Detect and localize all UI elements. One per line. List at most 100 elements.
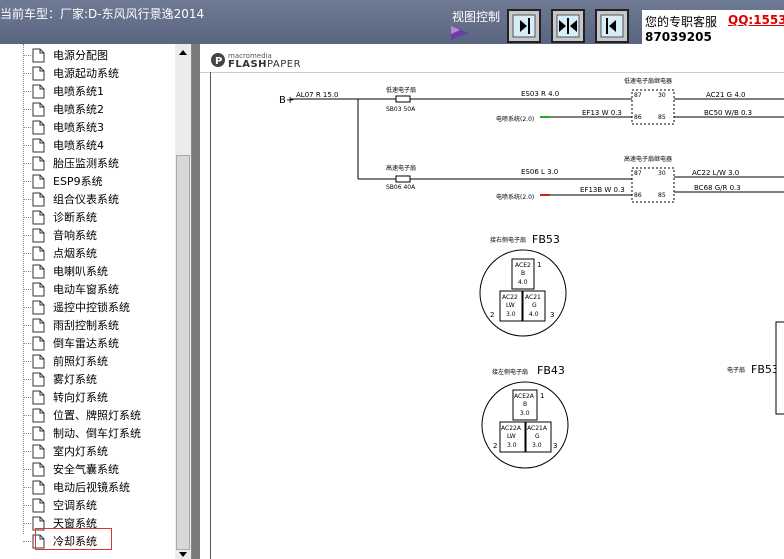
arrow-right-bar-icon — [512, 14, 536, 38]
conn1-pin-num-1: 1 — [537, 261, 541, 269]
document-icon — [32, 462, 45, 476]
tree-item-label: 电动车窗系统 — [53, 283, 119, 296]
conn1-top-code: ACE2 — [515, 262, 531, 269]
tree-item[interactable]: 雨刮控制系统 — [23, 316, 119, 334]
document-icon — [32, 408, 45, 422]
selected-item-highlight — [35, 528, 112, 550]
arrow-left-bar-icon — [600, 14, 624, 38]
qq-link[interactable]: QQ:15535 — [728, 13, 784, 27]
flashpaper-logo: P macromedia FLASHPAPER — [210, 52, 301, 72]
tree-item[interactable]: 电喷系统2 — [23, 100, 104, 118]
tree-item[interactable]: 安全气囊系统 — [23, 460, 119, 478]
expand-right-button[interactable] — [507, 9, 541, 43]
document-icon — [32, 102, 45, 116]
conn1-left-size: 3.0 — [506, 311, 516, 318]
conn2-top-code: ACE2A — [514, 393, 535, 400]
scroll-thumb[interactable] — [176, 155, 190, 550]
document-icon — [32, 66, 45, 80]
tree-branch-line — [23, 469, 31, 470]
tree-item[interactable]: 电喷系统3 — [23, 118, 104, 136]
tree-item[interactable]: ESP9系统 — [23, 172, 103, 190]
tree-item-label: 胎压监测系统 — [53, 157, 119, 170]
tree-item-label: 音响系统 — [53, 229, 97, 242]
tree-item[interactable]: 空调系统 — [23, 496, 97, 514]
car-model-label: 当前车型：厂家:D-东风风行景逸2014 — [0, 7, 205, 21]
scroll-down-arrow-icon[interactable] — [175, 549, 191, 559]
document-icon — [32, 318, 45, 332]
tree-branch-line — [23, 505, 31, 506]
document-icon — [32, 84, 45, 98]
ecu1-label: 电喷系统(2.0) — [496, 115, 534, 123]
document-icon — [32, 426, 45, 440]
tree-item[interactable]: 诊断系统 — [23, 208, 97, 226]
document-icon — [32, 300, 45, 314]
relay1-pin-85: 85 — [658, 114, 666, 121]
tree-item[interactable]: 电喇叭系统 — [23, 262, 108, 280]
tree-item[interactable]: 电动后视镜系统 — [23, 478, 130, 496]
scroll-up-arrow-icon[interactable] — [175, 46, 191, 60]
ecu2-label: 电喷系统(2.0) — [496, 193, 534, 201]
tree-branch-line — [23, 55, 31, 56]
collapse-left-button[interactable] — [595, 9, 629, 43]
tree-item-label: 雨刮控制系统 — [53, 319, 119, 332]
tree-branch-line — [23, 271, 31, 272]
document-icon — [32, 264, 45, 278]
tree-branch-line — [23, 181, 31, 182]
tree-item[interactable]: 倒车雷达系统 — [23, 334, 119, 352]
tree-branch-line — [23, 379, 31, 380]
relay2-title: 高速电子扇继电器 — [624, 155, 672, 163]
tree-item[interactable]: 音响系统 — [23, 226, 97, 244]
wire-ef13b: EF13B W 0.3 — [580, 186, 625, 194]
customer-service-label: 您的专职客服 — [645, 15, 718, 29]
tree-item[interactable]: 位置、牌照灯系统 — [23, 406, 141, 424]
document-icon — [32, 390, 45, 404]
tree-branch-line — [23, 397, 31, 398]
document-icon — [32, 246, 45, 260]
tree-item-label: 点烟系统 — [53, 247, 97, 260]
conn1-id: FB53 — [532, 233, 560, 246]
tree-item[interactable]: 电源起动系统 — [23, 64, 119, 82]
tree-item[interactable]: 遥控中控锁系统 — [23, 298, 130, 316]
tree-item[interactable]: 组合仪表系统 — [23, 190, 119, 208]
conn1-pin-num-2: 2 — [490, 311, 494, 319]
document-icon — [32, 210, 45, 224]
tree-item[interactable]: 雾灯系统 — [23, 370, 97, 388]
tree-item-label: 安全气囊系统 — [53, 463, 119, 476]
tree-item[interactable]: 点烟系统 — [23, 244, 97, 262]
customer-service-number: 87039205 — [645, 30, 712, 44]
wire-ac22: AC22 L/W 3.0 — [692, 169, 739, 177]
connector3-box — [775, 321, 784, 415]
tree-item[interactable]: 胎压监测系统 — [23, 154, 119, 172]
wire-bc50: BC50 W/B 0.3 — [704, 109, 752, 117]
tree-item[interactable]: 电动车窗系统 — [23, 280, 119, 298]
conn1-left-color: LW — [506, 302, 515, 309]
tree-item[interactable]: 电喷系统1 — [23, 82, 104, 100]
tree-item-label: 前照灯系统 — [53, 355, 108, 368]
tree-item-label: 空调系统 — [53, 499, 97, 512]
tree-item-label: ESP9系统 — [53, 175, 103, 188]
conn1-top-size: 4.0 — [518, 279, 528, 286]
tree-branch-line — [23, 109, 31, 110]
relay2-pin-87: 87 — [634, 170, 642, 177]
conn1-title: 接右侧电子扇 — [490, 236, 526, 244]
tree-item[interactable]: 转向灯系统 — [23, 388, 108, 406]
wire-bc68: BC68 G/R 0.3 — [694, 184, 741, 192]
tree-item-label: 遥控中控锁系统 — [53, 301, 130, 314]
tree-branch-line — [23, 217, 31, 218]
tree-item[interactable]: 前照灯系统 — [23, 352, 108, 370]
logo-flashpaper: FLASHPAPER — [228, 59, 301, 70]
conn1-right-color: G — [532, 302, 537, 309]
tree-item[interactable]: 电源分配图 — [23, 46, 108, 64]
tree-item[interactable]: 室内灯系统 — [23, 442, 108, 460]
tree-branch-line — [23, 253, 31, 254]
tree-item-label: 倒车雷达系统 — [53, 337, 119, 350]
tree-item[interactable]: 电喷系统4 — [23, 136, 104, 154]
tree-item[interactable]: 制动、倒车灯系统 — [23, 424, 141, 442]
document-icon — [32, 354, 45, 368]
conn1-pin-num-3: 3 — [550, 311, 554, 319]
flashpaper-logo-icon: P — [211, 53, 225, 67]
fuse1-label: 低速电子扇 — [386, 86, 416, 94]
tree-item-label: 电喷系统3 — [53, 121, 104, 134]
expand-both-button[interactable] — [551, 9, 585, 43]
flag-icon — [451, 26, 469, 40]
